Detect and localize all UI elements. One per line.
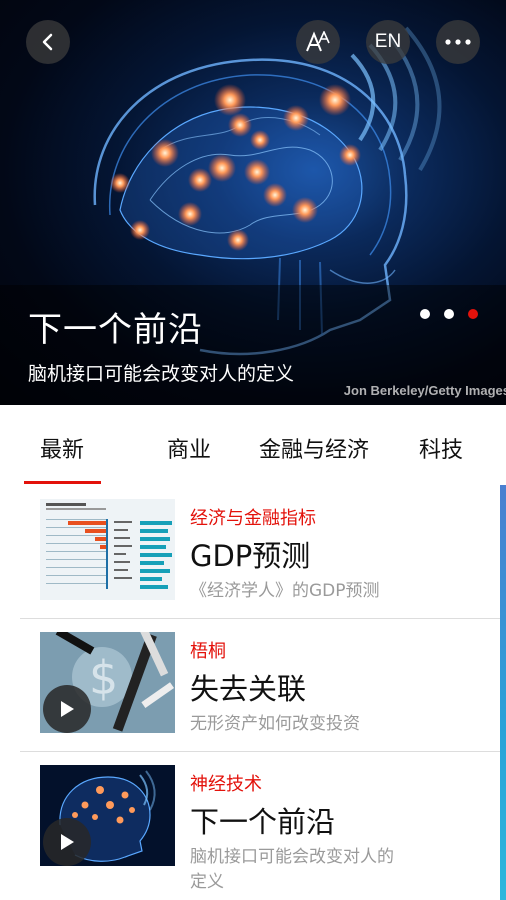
image-credit: Jon Berkeley/Getty Images (343, 383, 506, 398)
article-thumbnail (40, 499, 175, 600)
more-button[interactable] (436, 20, 480, 64)
more-icon (445, 39, 471, 45)
carousel-dot-active[interactable] (468, 309, 478, 319)
article-title[interactable]: GDP预测 (190, 533, 310, 575)
svg-text:$: $ (89, 651, 118, 705)
chart-thumbnail-image (40, 499, 175, 600)
article-section: 神经技术 (190, 774, 262, 795)
article-description: 《经济学人》的GDP预测 (190, 581, 380, 601)
tab-finance-economics[interactable]: 金融与经济 (259, 432, 369, 464)
article-thumbnail (40, 765, 175, 866)
article-list: 经济与金融指标 GDP预测 《经济学人》的GDP预测 $ 梧桐 失去关联 无形资… (0, 485, 506, 900)
carousel-dot[interactable] (444, 309, 454, 319)
play-button[interactable] (43, 818, 91, 866)
tab-technology[interactable]: 科技 (419, 432, 463, 464)
chevron-left-icon (42, 33, 53, 51)
font-size-icon (306, 31, 330, 52)
divider (20, 751, 506, 752)
play-icon (61, 701, 74, 717)
hero-subtitle: 脑机接口可能会改变对人的定义 (28, 363, 295, 385)
hero-banner[interactable]: 下一个前沿 脑机接口可能会改变对人的定义 Jon Berkeley/Getty … (0, 0, 506, 405)
play-icon (61, 834, 74, 850)
play-button[interactable] (43, 685, 91, 733)
article-description: 脑机接口可能会改变对人的定义 (190, 847, 394, 892)
article-thumbnail: $ (40, 632, 175, 733)
article-description: 无形资产如何改变投资 (190, 714, 360, 734)
scroll-indicator (500, 485, 506, 900)
category-tabs: 最新 商业 金融与经济 科技 (0, 405, 506, 485)
active-tab-indicator (24, 481, 101, 484)
carousel-dot[interactable] (420, 309, 430, 319)
back-button[interactable] (26, 20, 70, 64)
article-section: 梧桐 (190, 641, 226, 662)
tab-business[interactable]: 商业 (167, 432, 211, 464)
language-button[interactable]: EN (366, 20, 410, 64)
article-title[interactable]: 失去关联 (190, 666, 306, 708)
hero-title[interactable]: 下一个前沿 (28, 310, 203, 350)
article-title[interactable]: 下一个前沿 (190, 799, 335, 841)
carousel-indicator (420, 309, 478, 319)
tab-latest[interactable]: 最新 (40, 432, 84, 464)
font-size-button[interactable] (296, 20, 340, 64)
divider (20, 618, 506, 619)
article-section: 经济与金融指标 (190, 508, 316, 529)
